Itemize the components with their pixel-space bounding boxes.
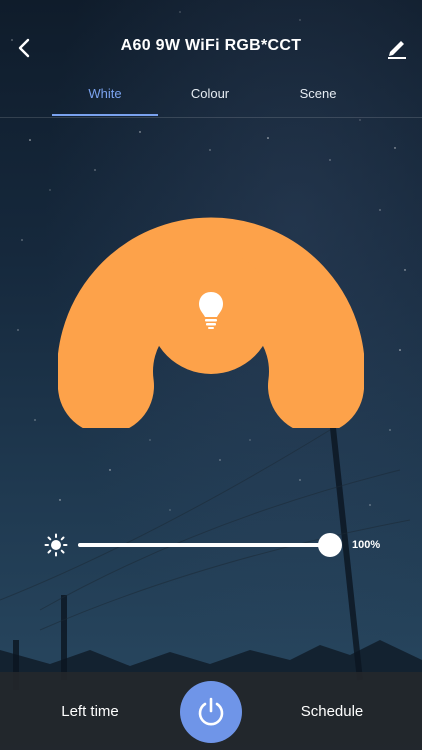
left-time-button[interactable]: Left time xyxy=(38,703,142,720)
pencil-icon[interactable] xyxy=(386,35,408,59)
power-button[interactable] xyxy=(180,681,242,743)
tab-scene[interactable]: Scene xyxy=(278,86,358,101)
brightness-slider[interactable] xyxy=(78,533,346,557)
schedule-button[interactable]: Schedule xyxy=(280,703,384,720)
slider-fill xyxy=(78,543,330,547)
sun-icon xyxy=(44,533,68,557)
mode-tabs: White Colour Scene xyxy=(0,78,422,116)
slider-thumb[interactable] xyxy=(318,533,342,557)
tab-white[interactable]: White xyxy=(52,86,158,101)
active-tab-indicator xyxy=(52,114,158,116)
light-toggle-button[interactable] xyxy=(149,250,273,374)
page-title: A60 9W WiFi RGB*CCT xyxy=(120,37,302,54)
brightness-value: 100% xyxy=(352,539,381,551)
lightbulb-icon xyxy=(199,292,223,329)
divider xyxy=(0,117,422,118)
tab-colour[interactable]: Colour xyxy=(170,86,250,101)
power-icon xyxy=(198,697,224,726)
